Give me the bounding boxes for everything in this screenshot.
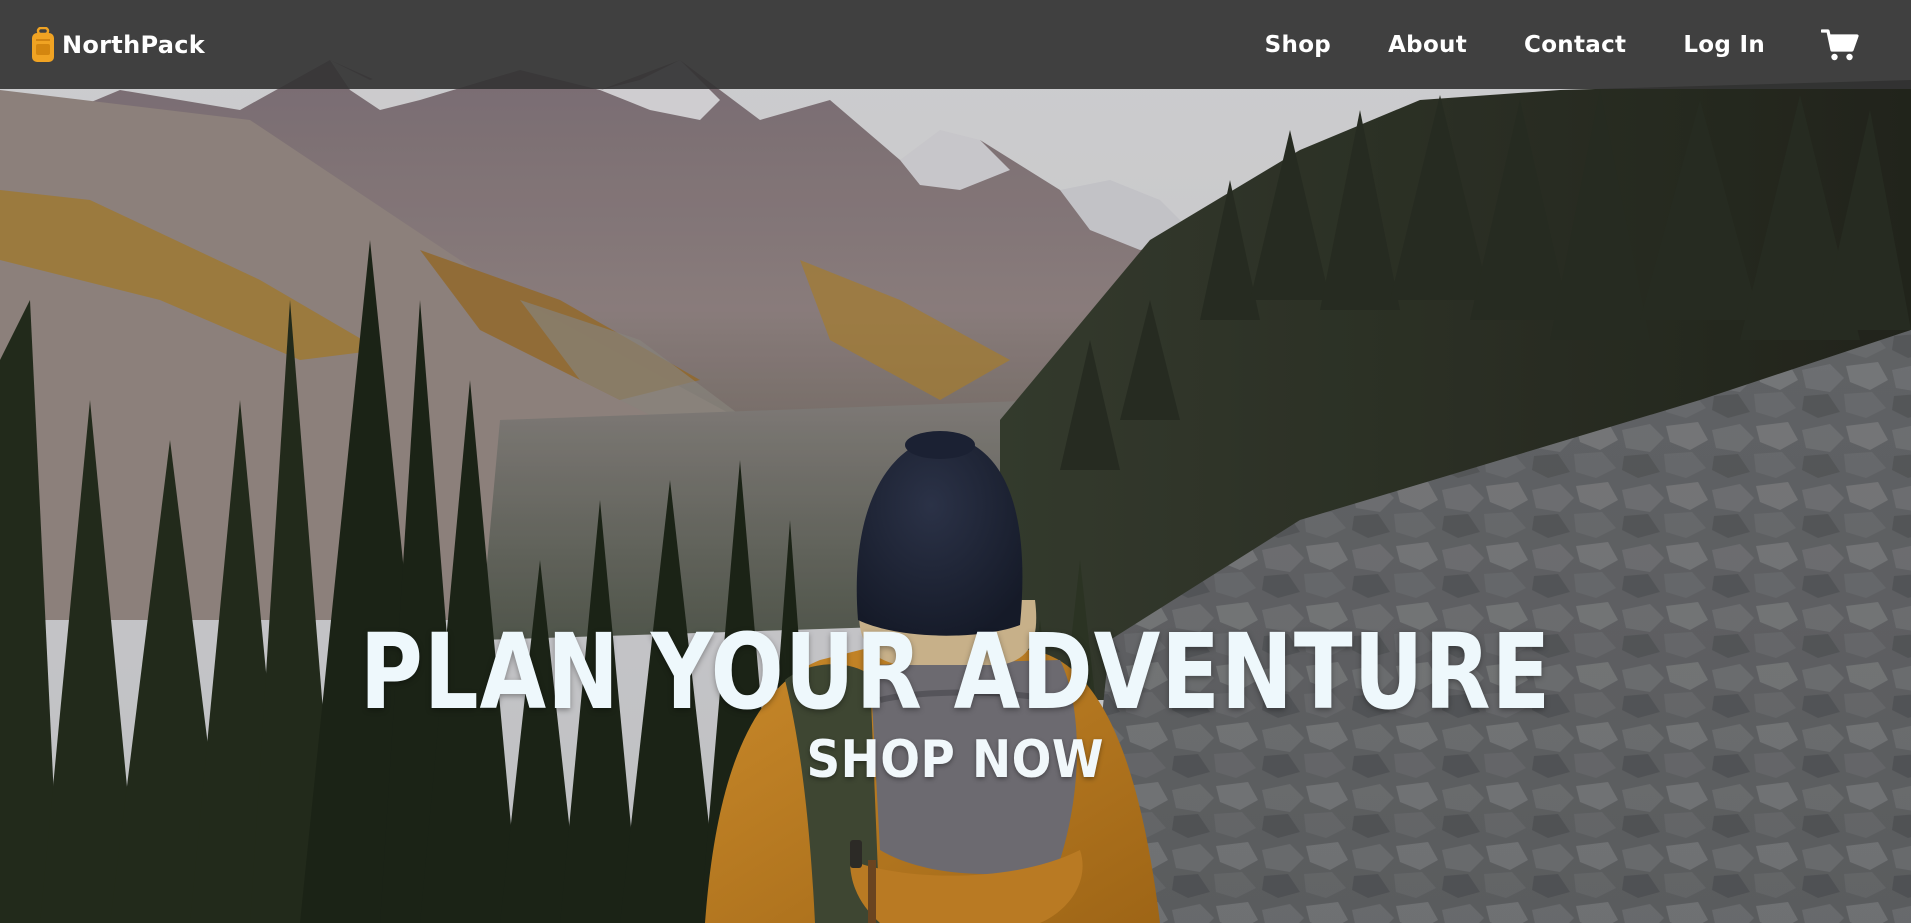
shopping-cart-icon[interactable] — [1821, 28, 1859, 62]
top-navbar: NorthPack Shop About Contact Log In — [0, 0, 1911, 89]
nav-link-shop[interactable]: Shop — [1265, 32, 1331, 58]
landing-page: NorthPack Shop About Contact Log In PLAN… — [0, 0, 1911, 923]
brand-name: NorthPack — [62, 30, 205, 59]
nav-link-about[interactable]: About — [1388, 32, 1467, 58]
shop-now-button[interactable]: SHOP NOW — [796, 725, 1115, 795]
backpack-icon — [32, 26, 54, 62]
nav-link-contact[interactable]: Contact — [1524, 32, 1626, 58]
hero-cta-wrapper: SHOP NOW — [0, 725, 1911, 795]
nav-link-login[interactable]: Log In — [1683, 32, 1765, 58]
brand-home-link[interactable]: NorthPack — [30, 26, 205, 63]
nav-links: Shop About Contact Log In — [1265, 28, 1881, 62]
hero-title: PLAN YOUR ADVENTURE — [359, 610, 1552, 733]
